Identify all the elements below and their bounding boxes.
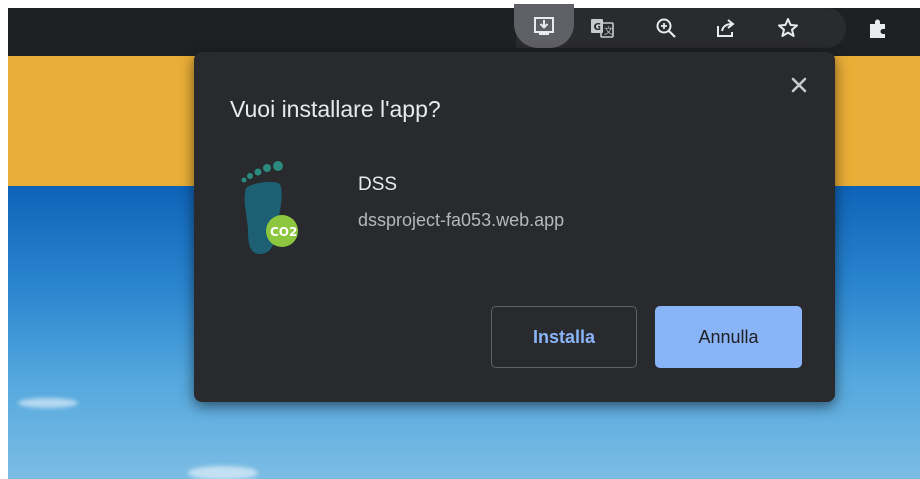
dialog-title: Vuoi installare l'app? [230,96,441,122]
svg-text:文: 文 [604,25,613,37]
app-icon: CO2 [234,160,312,260]
bookmark-star-icon[interactable] [772,12,804,44]
zoom-icon[interactable] [650,12,682,44]
install-button[interactable]: Installa [491,306,637,368]
browser-window: G 文 Vuoi installare l'app? CO2 DSS dsspr… [0,0,920,479]
install-app-dialog: Vuoi installare l'app? CO2 DSS dssprojec… [194,52,835,402]
svg-text:CO2: CO2 [270,225,297,239]
browser-toolbar: G 文 [8,4,920,56]
footprint-co2-icon: CO2 [241,161,298,254]
translate-icon[interactable]: G 文 [586,12,618,44]
install-app-icon[interactable] [514,4,574,48]
share-icon[interactable] [710,12,742,44]
app-name: DSS [358,174,398,195]
app-url: dssproject-fa053.web.app [358,210,565,230]
close-button[interactable] [786,72,812,98]
close-icon [791,77,807,93]
cancel-button[interactable]: Annulla [655,306,802,368]
omnibox-right-section: G 文 [514,4,846,48]
extensions-puzzle-icon[interactable] [862,12,894,44]
